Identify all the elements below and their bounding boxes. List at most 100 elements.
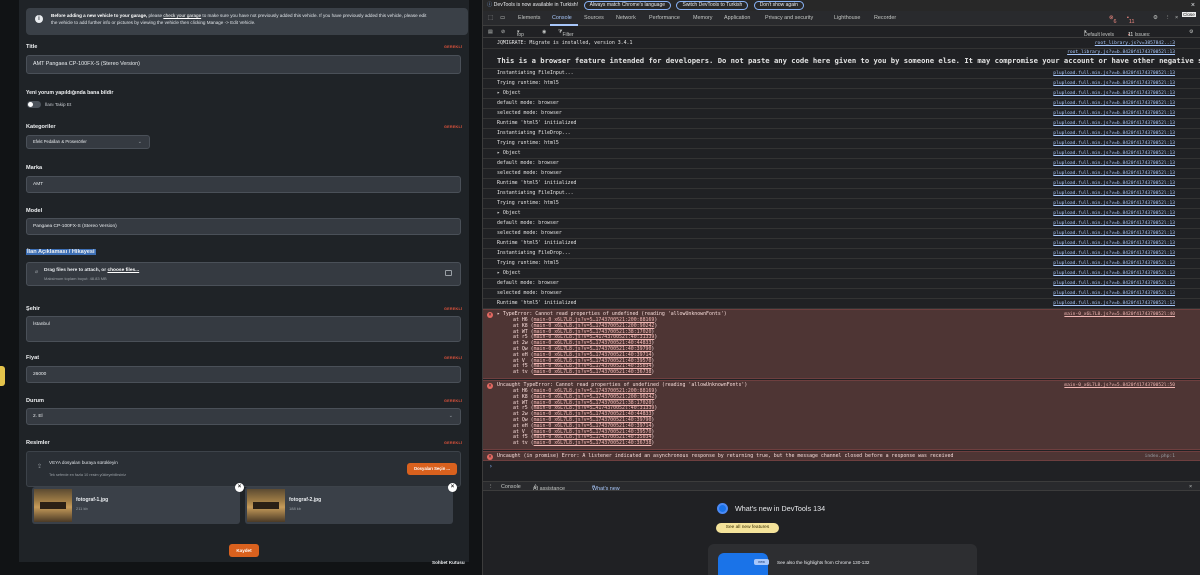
- tab-privacy[interactable]: Privacy and security: [765, 15, 813, 21]
- warning-count-badge[interactable]: ▪ 11: [1127, 15, 1135, 25]
- stack-frame-link[interactable]: main-0_x6L7L8.js?v=5…1743700521:40:36738: [534, 369, 652, 375]
- tab-sources[interactable]: Sources: [584, 15, 604, 21]
- log-source-link[interactable]: plupload.full.min.js?v=b.8420f4174370052…: [1053, 179, 1175, 188]
- match-language-button[interactable]: Always match Chrome's language: [583, 1, 672, 10]
- error-source-link[interactable]: main-0_x6L7L8.js?v=5.8420f4174370052l:50: [1064, 383, 1175, 389]
- tab-elements[interactable]: Elements: [518, 15, 540, 21]
- condition-select[interactable]: 2. El ⌄: [26, 408, 461, 425]
- dont-show-button[interactable]: Don't show again: [753, 1, 804, 10]
- close-icon[interactable]: ×: [1191, 0, 1195, 11]
- photo-thumb: fotograf-2.jpg 188 kb ×: [245, 483, 457, 524]
- log-source-link[interactable]: plupload.full.min.js?v=b.8420f4174370052…: [1053, 129, 1175, 138]
- log-source-link[interactable]: plupload.full.min.js?v=b.8420f4174370052…: [1053, 269, 1175, 278]
- city-label: Şehir: [26, 306, 40, 312]
- error-row: × ▸ TypeError: Cannot read properties of…: [483, 309, 1200, 379]
- tab-network[interactable]: Network: [616, 15, 636, 21]
- log-source-link[interactable]: plupload.full.min.js?v=b.8420f4174370052…: [1053, 119, 1175, 128]
- image-icon[interactable]: [445, 270, 452, 276]
- drawer-tab-ai[interactable]: AI assistance ⚠: [533, 484, 565, 492]
- tab-performance[interactable]: Performance: [649, 15, 680, 21]
- choose-photos-button[interactable]: Dosyaları Seçin ...: [407, 463, 457, 475]
- side-tab-marker[interactable]: [0, 366, 5, 386]
- log-source-link[interactable]: plupload.full.min.js?v=b.8420f4174370052…: [1053, 189, 1175, 198]
- log-source-link[interactable]: plupload.full.min.js?v=b.8420f4174370052…: [1053, 139, 1175, 148]
- more-icon[interactable]: ⋮: [1165, 15, 1170, 21]
- price-required: GEREKLİ: [444, 356, 463, 360]
- log-source-link[interactable]: plupload.full.min.js?v=b.8420f4174370052…: [1053, 239, 1175, 248]
- remove-photo-icon[interactable]: ×: [235, 483, 244, 492]
- log-source-link[interactable]: plupload.full.min.js?v=b.8420f4174370052…: [1053, 219, 1175, 228]
- log-source-link[interactable]: plupload.full.min.js?v=b.8420f4174370052…: [1053, 229, 1175, 238]
- chat-box-button[interactable]: Sohbet Kutusu: [432, 560, 465, 565]
- drawer-tab-whats-new[interactable]: What's new ×: [592, 484, 620, 492]
- drawer-tab-console[interactable]: Console: [501, 484, 521, 490]
- language-notice: ⓘ DevTools is now available in Turkish! …: [483, 0, 1200, 11]
- console-settings-icon[interactable]: ⚙: [1189, 29, 1193, 35]
- close-drawer-icon[interactable]: ×: [1189, 484, 1192, 490]
- eye-icon[interactable]: ◉: [542, 29, 546, 35]
- choose-files-link[interactable]: choose files...: [107, 268, 139, 273]
- log-row: Instantiating FileInput... plupload.full.…: [483, 189, 1200, 199]
- log-row: ▸ Object plupload.full.min.js?v=b.8420f41…: [483, 209, 1200, 219]
- vehicle-form-pane: i Before adding a new vehicle to your ga…: [0, 0, 482, 575]
- log-source-link[interactable]: plupload.full.min.js?v=b.8420f4174370052…: [1053, 289, 1175, 298]
- category-select[interactable]: Efekt Pedalları & Prosesörler ⌄: [26, 135, 150, 149]
- log-source-link[interactable]: plupload.full.min.js?v=b.8420f4174370052…: [1053, 89, 1175, 98]
- gear-icon[interactable]: ⚙: [1153, 15, 1158, 21]
- context-select[interactable]: top ▾: [517, 29, 524, 38]
- log-source-link[interactable]: plupload.full.min.js?v=b.8420f4174370052…: [1053, 249, 1175, 258]
- tab-console[interactable]: Console: [552, 15, 572, 21]
- tab-application[interactable]: Application: [724, 15, 750, 21]
- check-garage-link[interactable]: check your garage: [163, 13, 201, 18]
- brand-input[interactable]: AMT: [26, 176, 461, 193]
- highlights-card[interactable]: new See also the highlights from Chrome …: [708, 544, 977, 575]
- error-source-link[interactable]: main-0_x6L7L8.js?v=5.8420f4174370052l:40: [1064, 312, 1175, 318]
- photo-uploader[interactable]: ⇪ VEYA dosyaları buraya sürükleyin Tek s…: [26, 451, 461, 487]
- log-source-link[interactable]: plupload.full.min.js?v=b.8420f4174370052…: [1053, 79, 1175, 88]
- switch-turkish-button[interactable]: Switch DevTools to Turkish: [676, 1, 749, 10]
- log-row: Instantiating FileInput... plupload.full.…: [483, 69, 1200, 79]
- filter-input[interactable]: ⧩ Filter: [558, 29, 574, 38]
- log-source-link[interactable]: plupload.full.min.js?v=b.8420f4174370052…: [1053, 259, 1175, 268]
- log-source-link[interactable]: plupload.full.min.js?v=b.8420f4174370052…: [1053, 109, 1175, 118]
- log-row: Trying runtime: html5 plupload.full.min.j…: [483, 199, 1200, 209]
- log-source-link[interactable]: root_library.js?v=3857842..:3: [1095, 39, 1175, 48]
- title-input[interactable]: AMT Pangaea CP-100FX-S (Stereo Version): [26, 55, 461, 74]
- close-devtools-icon[interactable]: ×: [1175, 15, 1178, 21]
- model-input[interactable]: Pangaea CP-100FX-S (Stereo Version): [26, 218, 461, 235]
- tab-lighthouse[interactable]: Lighthouse: [834, 15, 860, 21]
- log-source-link[interactable]: plupload.full.min.js?v=b.8420f4174370052…: [1053, 69, 1175, 78]
- attachment-dropzone[interactable]: ⌀ Drag files here to attach, or choose f…: [26, 262, 461, 286]
- log-row: Trying runtime: html5 plupload.full.min.j…: [483, 259, 1200, 269]
- clear-console-icon[interactable]: ⊘: [501, 29, 505, 35]
- log-row: Runtime 'html5' initialized plupload.full…: [483, 179, 1200, 189]
- category-label: Kategoriler: [26, 124, 56, 130]
- tab-recorder[interactable]: Recorder: [874, 15, 896, 21]
- stack-frame-link[interactable]: main-0_x6L7L8.js?v=5…1743700521:40:36738: [534, 440, 652, 446]
- remove-photo-icon[interactable]: ×: [448, 483, 457, 492]
- log-source-link[interactable]: plupload.full.min.js?v=b.8420f4174370052…: [1053, 159, 1175, 168]
- log-source-link[interactable]: plupload.full.min.js?v=b.8420f4174370052…: [1053, 169, 1175, 178]
- log-source-link[interactable]: plupload.full.min.js?v=b.8420f4174370052…: [1053, 199, 1175, 208]
- drawer-menu-icon[interactable]: ⋮: [488, 484, 493, 490]
- stack-frame: at tv (main-0_x6L7L8.js?v=5…1743700521:4…: [513, 440, 655, 447]
- inspect-icon[interactable]: ⬚: [488, 15, 493, 21]
- log-source-link[interactable]: plupload.full.min.js?v=b.8420f4174370052…: [1053, 99, 1175, 108]
- device-toolbar-icon[interactable]: ▭: [500, 15, 505, 21]
- log-row: default mode: browser plupload.full.min.j…: [483, 219, 1200, 229]
- follow-toggle[interactable]: [27, 101, 41, 108]
- levels-select[interactable]: Default levels ▾: [1084, 29, 1114, 38]
- tab-memory[interactable]: Memory: [693, 15, 712, 21]
- save-button[interactable]: Kaydet: [229, 544, 259, 557]
- log-source-link[interactable]: plupload.full.min.js?v=b.8420f4174370052…: [1053, 209, 1175, 218]
- error-source-link[interactable]: index.php:1: [1145, 454, 1175, 460]
- sidebar-toggle-icon[interactable]: ▤: [488, 29, 493, 35]
- see-all-features-button[interactable]: See all new features: [716, 523, 779, 533]
- price-input[interactable]: 26000: [26, 366, 461, 383]
- console-prompt[interactable]: ›: [489, 463, 493, 470]
- city-textarea[interactable]: İstanbul: [26, 316, 461, 342]
- log-source-link[interactable]: plupload.full.min.js?v=b.8420f4174370052…: [1053, 279, 1175, 288]
- log-source-link[interactable]: plupload.full.min.js?v=b.8420f4174370052…: [1053, 299, 1175, 308]
- error-count-badge[interactable]: ⊗ 6: [1109, 15, 1117, 25]
- log-source-link[interactable]: plupload.full.min.js?v=b.8420f4174370052…: [1053, 149, 1175, 158]
